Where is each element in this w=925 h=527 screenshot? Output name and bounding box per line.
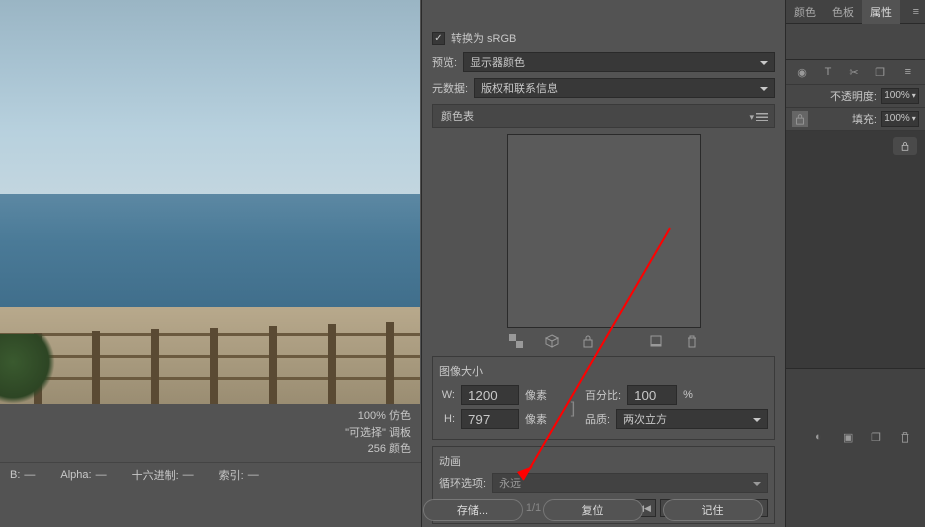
color-table-menu-icon[interactable]: [749, 111, 768, 123]
panel-menu-icon[interactable]: ≡: [907, 6, 925, 18]
image-size-title: 图像大小: [439, 363, 768, 379]
delete-layer-icon[interactable]: [899, 431, 913, 445]
opacity-field[interactable]: 100%: [881, 88, 919, 104]
new-swatch-icon[interactable]: [649, 334, 663, 348]
save-button[interactable]: 存储...: [423, 499, 523, 521]
mask-icon[interactable]: ▣: [843, 431, 857, 445]
fx-icon[interactable]: ◐: [815, 431, 829, 445]
color-table-header: 颜色表: [432, 104, 775, 128]
place-icon[interactable]: ❐: [872, 64, 888, 80]
remember-button[interactable]: 记住: [663, 499, 763, 521]
reset-button[interactable]: 复位: [543, 499, 643, 521]
metadata-label: 元数据:: [432, 80, 468, 96]
new-layer-icon[interactable]: ❐: [871, 431, 885, 445]
preview-stats: 100% 仿色 "可选择" 调板 256 颜色: [0, 404, 421, 462]
tab-color[interactable]: 颜色: [786, 0, 824, 24]
cube-icon[interactable]: [545, 334, 559, 348]
tab-properties[interactable]: 属性: [862, 0, 900, 24]
tab-swatches[interactable]: 色板: [824, 0, 862, 24]
height-input[interactable]: [461, 409, 519, 429]
loop-dropdown[interactable]: 永远: [492, 473, 768, 493]
link-bracket-icon[interactable]: ]: [569, 385, 577, 433]
preview-label: 预览:: [432, 54, 457, 70]
animation-title: 动画: [439, 453, 768, 469]
convert-srgb-checkbox[interactable]: [432, 32, 445, 45]
image-preview: [0, 0, 420, 404]
lock-icon[interactable]: [581, 334, 595, 348]
lock-all-icon[interactable]: [792, 111, 808, 127]
width-input[interactable]: [461, 385, 519, 405]
layers-empty-area: [786, 131, 925, 369]
crop-icon[interactable]: ✂: [846, 64, 862, 80]
metadata-dropdown[interactable]: 版权和联系信息: [474, 78, 775, 98]
fill-field[interactable]: 100%: [881, 111, 919, 127]
eyedropper-icon[interactable]: ◉: [794, 64, 810, 80]
trash-icon[interactable]: [685, 334, 699, 348]
convert-srgb-label: 转换为 sRGB: [451, 30, 516, 46]
percent-input[interactable]: [627, 385, 677, 405]
layer-lock-icon[interactable]: [893, 137, 917, 155]
panel-menu2-icon[interactable]: ≡: [899, 66, 917, 78]
type-icon[interactable]: T: [820, 64, 836, 80]
transparency-grid-icon[interactable]: [509, 334, 523, 348]
preview-dropdown[interactable]: 显示器颜色: [463, 52, 775, 72]
info-bar: B:— Alpha:— 十六进制:— 索引:—: [0, 462, 421, 487]
quality-dropdown[interactable]: 两次立方: [616, 409, 768, 429]
color-table-grid[interactable]: [507, 134, 701, 328]
